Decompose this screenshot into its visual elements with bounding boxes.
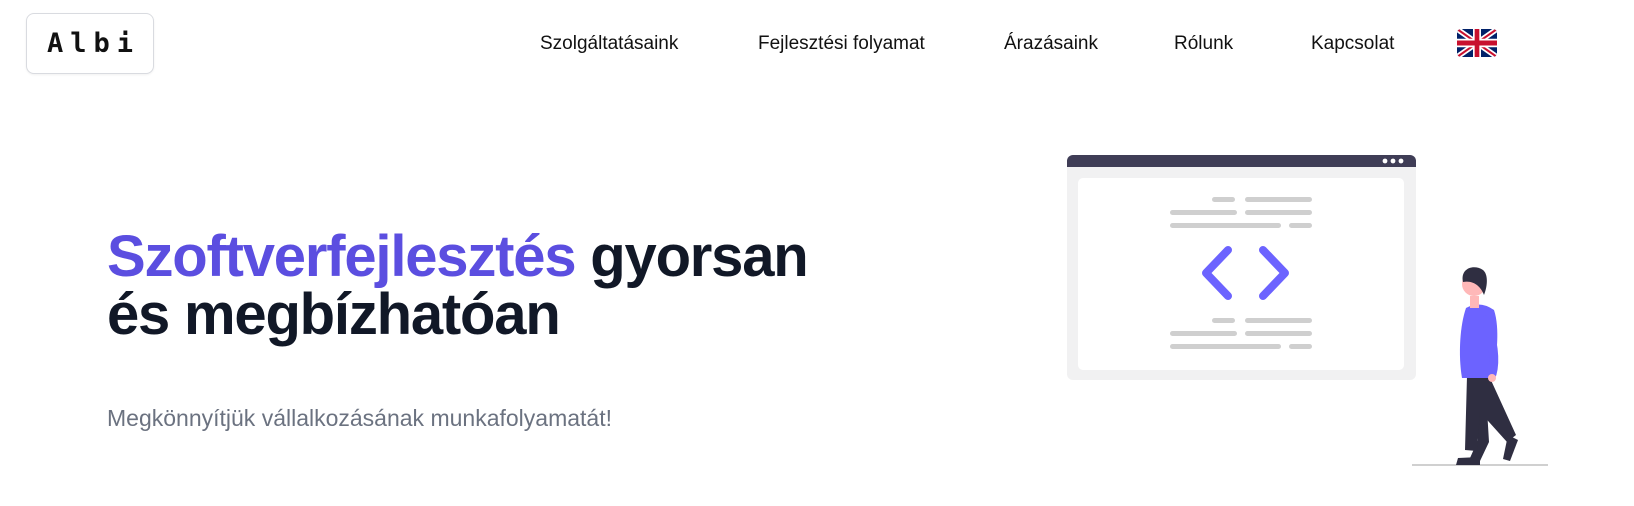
nav-link-contact[interactable]: Kapcsolat xyxy=(1311,33,1394,55)
nav-link-about[interactable]: Rólunk xyxy=(1174,33,1233,55)
nav-link-dev-process[interactable]: Fejlesztési folyamat xyxy=(758,33,925,55)
nav-link-services[interactable]: Szolgáltatásaink xyxy=(540,33,678,55)
hero-title-accent: Szoftverfejlesztés xyxy=(107,224,577,289)
main-nav: Szolgáltatásaink Fejlesztési folyamat Ár… xyxy=(0,0,1634,90)
uk-flag-icon[interactable] xyxy=(1457,29,1497,57)
person-figure xyxy=(1456,267,1518,465)
code-window-illustration xyxy=(1067,155,1548,466)
hero-title-line1-rest: gyorsan xyxy=(590,224,808,289)
browser-content xyxy=(1078,178,1404,370)
hero-subtitle: Megkönnyítjük vállalkozásának munkafolya… xyxy=(107,405,612,431)
hero-illustration xyxy=(1060,150,1550,470)
hero-title: Szoftverfejlesztés gyorsan és megbízható… xyxy=(107,228,867,344)
nav-link-pricing[interactable]: Árazásaink xyxy=(1004,33,1098,55)
browser-titlebar xyxy=(1067,155,1416,167)
hero-title-line2: és megbízhatóan xyxy=(107,282,561,347)
